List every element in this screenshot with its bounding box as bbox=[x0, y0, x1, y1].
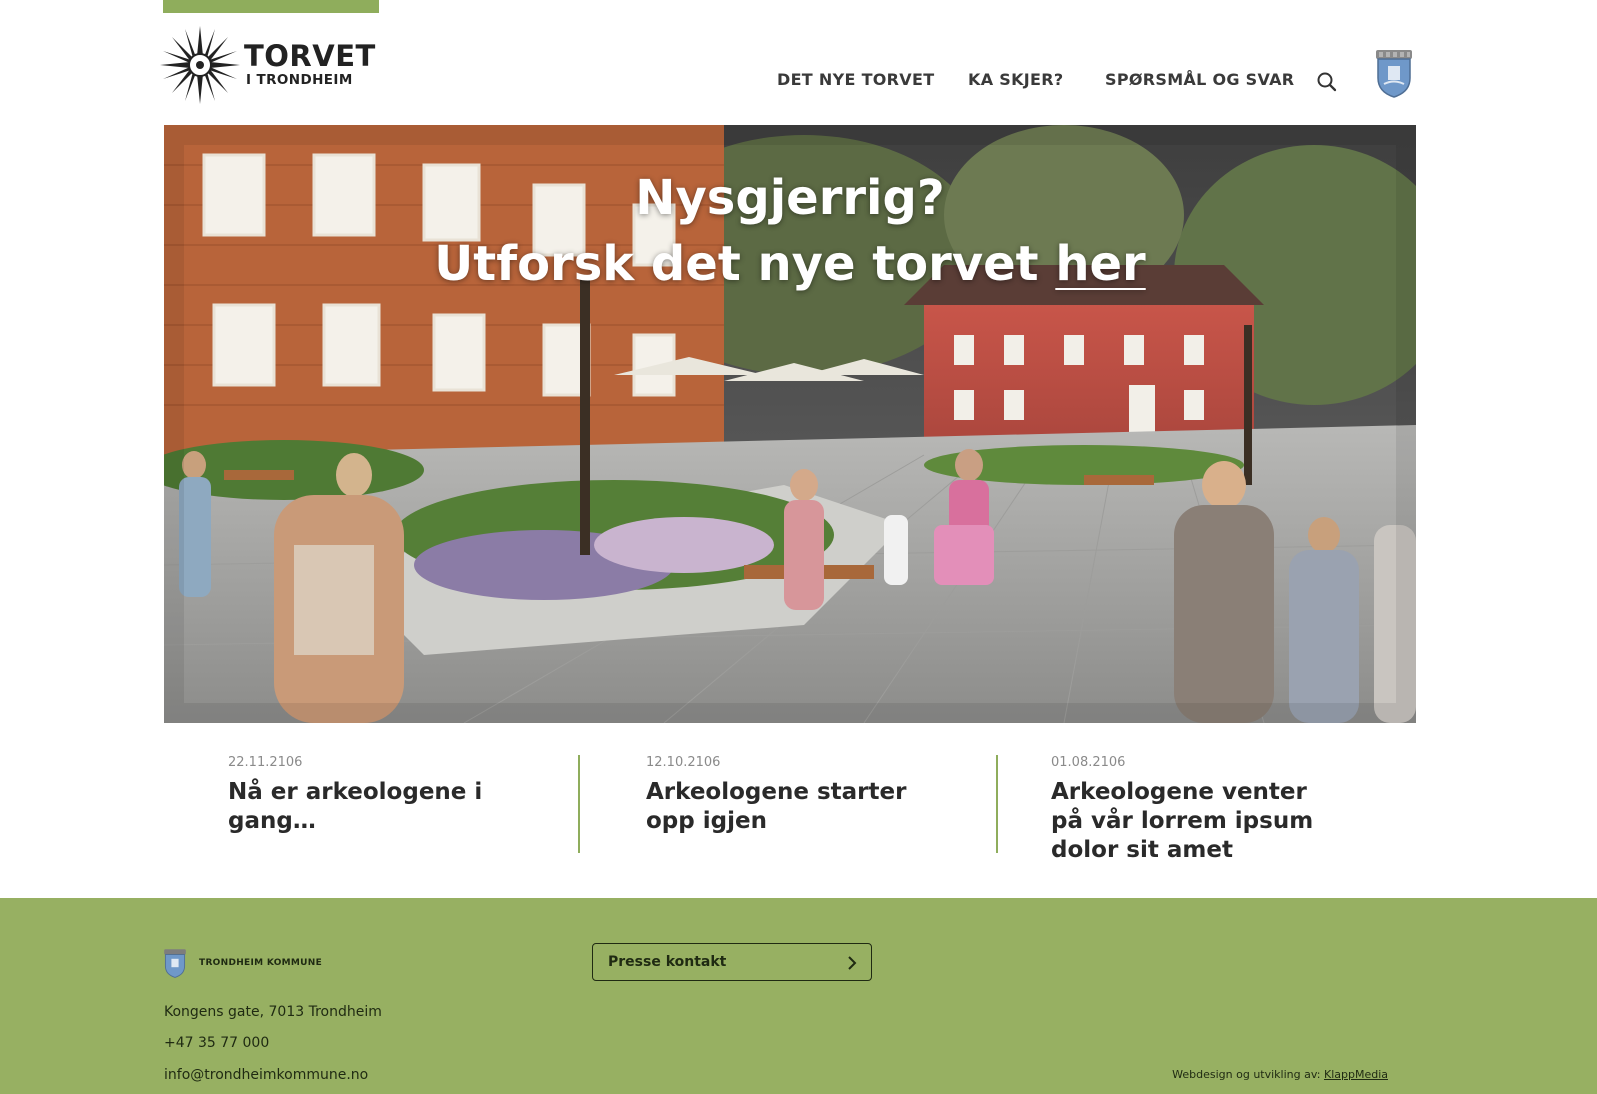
press-contact-button[interactable]: Presse kontakt bbox=[592, 943, 872, 981]
hero-banner: Nysgjerrig? Utforsk det nye torvet her bbox=[164, 125, 1416, 723]
nav-item-ka-skjer[interactable]: KA SKJER? bbox=[968, 70, 1063, 89]
news-item: 12.10.2106 Arkeologene starter opp igjen bbox=[646, 755, 936, 836]
news-item: 01.08.2106 Arkeologene venter på vår lor… bbox=[1051, 755, 1331, 865]
kommune-name: TRONDHEIM KOMMUNE bbox=[199, 958, 323, 968]
press-contact-label: Presse kontakt bbox=[608, 954, 727, 970]
hero-explore-link[interactable]: her bbox=[1055, 236, 1145, 292]
torvet-logo[interactable]: TORVET I TRONDHEIM bbox=[160, 26, 375, 104]
site-footer: TRONDHEIM KOMMUNE Kongens gate, 7013 Tro… bbox=[0, 898, 1597, 1094]
logo-title: TORVET bbox=[244, 39, 376, 73]
news-date: 22.11.2106 bbox=[228, 755, 303, 770]
news-date: 01.08.2106 bbox=[1051, 755, 1126, 770]
trondheim-crest-icon bbox=[164, 949, 186, 978]
news-title-link[interactable]: Arkeologene venter på vår lorrem ipsum d… bbox=[1051, 778, 1331, 865]
chevron-right-icon bbox=[848, 956, 857, 970]
news-date: 12.10.2106 bbox=[646, 755, 721, 770]
hero-line-2-prefix: Utforsk det nye torvet bbox=[434, 236, 1056, 292]
hero-heading: Nysgjerrig? Utforsk det nye torvet her bbox=[164, 165, 1416, 297]
news-divider bbox=[578, 755, 580, 853]
footer-address: Kongens gate, 7013 Trondheim bbox=[164, 1004, 382, 1020]
logo-subtitle: I TRONDHEIM bbox=[246, 72, 353, 88]
news-divider bbox=[996, 755, 998, 853]
news-title-link[interactable]: Arkeologene starter opp igjen bbox=[646, 778, 936, 836]
footer-credit: Webdesign og utvikling av: KlappMedia bbox=[1172, 1068, 1388, 1081]
nav-item-det-nye-torvet[interactable]: DET NYE TORVET bbox=[777, 70, 934, 89]
nav-item-sporsmal-og-svar[interactable]: SPØRSMÅL OG SVAR bbox=[1105, 70, 1294, 89]
trondheim-crest-icon bbox=[1374, 48, 1414, 98]
news-item: 22.11.2106 Nå er arkeologene i gang… bbox=[228, 755, 488, 836]
search-icon bbox=[1317, 72, 1337, 92]
news-title-link[interactable]: Nå er arkeologene i gang… bbox=[228, 778, 488, 836]
credit-link[interactable]: KlappMedia bbox=[1324, 1068, 1388, 1081]
compass-star-icon bbox=[160, 26, 240, 104]
footer-email-link[interactable]: info@trondheimkommune.no bbox=[164, 1067, 368, 1083]
top-accent-bar bbox=[163, 0, 379, 13]
credit-prefix: Webdesign og utvikling av: bbox=[1172, 1068, 1321, 1081]
footer-phone: +47 35 77 000 bbox=[164, 1035, 270, 1051]
search-button[interactable] bbox=[1316, 71, 1338, 93]
kommune-logo: TRONDHEIM KOMMUNE bbox=[163, 948, 322, 978]
hero-line-2: Utforsk det nye torvet her bbox=[164, 231, 1416, 297]
hero-line-1: Nysgjerrig? bbox=[635, 170, 945, 226]
